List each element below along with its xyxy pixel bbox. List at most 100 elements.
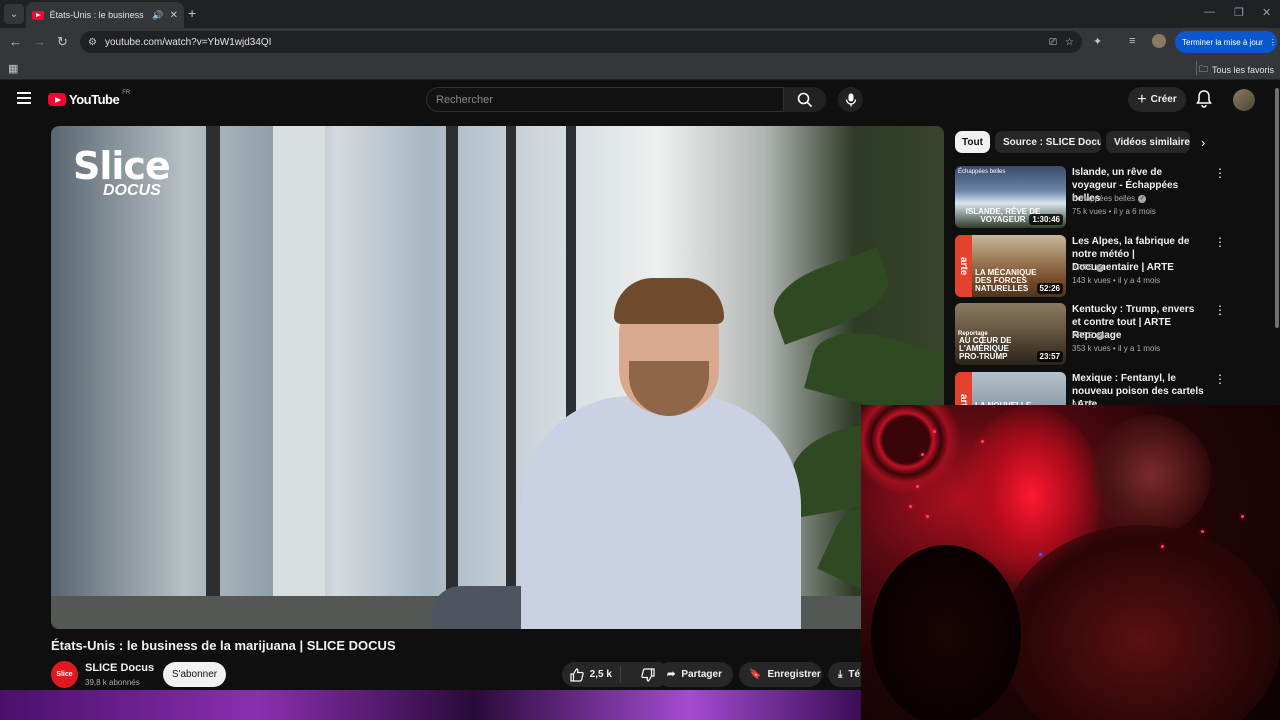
window-frame-bar [506,126,516,629]
all-bookmarks-folder[interactable]: 🗀 Tous les favoris [1199,62,1274,78]
rec-meta: 143 k vues • il y a 4 mois [1072,276,1161,285]
recommendation-item[interactable]: Reportage AU CŒUR DE L'AMÉRIQUE PRO-TRUM… [955,303,1275,367]
back-arrow-icon[interactable]: ← [9,34,22,49]
browser-tab-bar: ⌄ États-Unis : le business de la marijua… [0,0,1280,28]
chip-source[interactable]: Source : SLICE Docus [995,131,1101,153]
video-thumbnail[interactable]: Reportage AU CŒUR DE L'AMÉRIQUE PRO-TRUM… [955,303,1066,365]
video-thumbnail[interactable]: arte LA MÉCANIQUE DES FORCES NATURELLES … [955,235,1066,297]
finish-update-button[interactable]: Terminer la mise à jour ⋮ [1175,31,1277,53]
search-button[interactable] [784,87,826,112]
install-app-icon[interactable]: ⎚ [1049,37,1057,48]
rec-channel-row: ARTE ✓ [1072,263,1105,272]
maximize-icon[interactable]: ❐ [1234,6,1244,19]
arte-corner-logo: arte [955,235,972,297]
person-hair [614,278,724,324]
window-frame-bar [206,126,220,629]
reload-icon[interactable]: ↻ [57,34,68,50]
page-scrollbar[interactable] [1275,88,1279,328]
finish-update-label: Terminer la mise à jour [1182,37,1263,47]
more-options-icon[interactable]: ⋮ [1214,303,1226,317]
recommendation-item[interactable]: Échappées belles ISLANDE, RÊVE DE VOYAGE… [955,166,1275,230]
rec-channel[interactable]: ARTE [1072,331,1093,340]
download-label: Té [848,669,861,680]
verified-check-icon: ✓ [1138,194,1147,203]
browser-tab-active[interactable]: États-Unis : le business de la marijuana… [26,2,184,28]
tab-title: États-Unis : le business de la marijuana [49,10,147,20]
user-avatar[interactable] [1233,89,1255,111]
apps-grid-icon[interactable]: ▦ [8,62,18,75]
tab-search-button[interactable]: ⌄ [4,4,24,24]
forward-arrow-icon[interactable]: → [33,34,46,49]
menu-hamburger-icon[interactable] [17,92,31,104]
dark-foreground [871,545,1021,720]
fairy-light [921,453,924,456]
browser-profile-avatar[interactable] [1152,34,1166,48]
fairy-light [1161,545,1164,548]
notifications-bell-icon[interactable] [1196,90,1212,113]
video-duration: 23:57 [1036,351,1063,362]
extensions-icon[interactable]: ✦ [1093,35,1102,48]
thumbs-up-icon [570,667,584,682]
fairy-light [1241,515,1244,518]
bookmarks-bar: ▦ 🗀 Tous les favoris [0,56,1280,80]
address-bar[interactable]: ⚙ youtube.com/watch?v=YbW1wjd34QI ⎚ ☆ [80,31,1082,53]
more-options-icon[interactable]: ⋮ [1214,372,1226,386]
more-options-icon[interactable]: ⋮ [1214,235,1226,249]
rec-channel[interactable]: ARTE [1072,263,1093,272]
browser-menu-icon[interactable]: ⋮ [1269,38,1277,47]
channel-avatar[interactable]: Slice [51,661,78,688]
youtube-logo-text: YouTube [69,92,120,107]
audio-playing-icon[interactable]: 🔊 [152,10,163,21]
fairy-light [909,505,912,508]
rec-channel-row: ARTE ✓ [1072,331,1105,340]
more-options-icon[interactable]: ⋮ [1214,166,1226,180]
voice-search-button[interactable] [838,87,863,112]
minimize-icon[interactable]: — [1204,6,1215,18]
rec-channel-row: Echappées belles ✓ [1072,194,1147,203]
thumb-overlay-text: AU CŒUR DE L'AMÉRIQUE PRO-TRUMP [959,336,1012,361]
site-info-icon[interactable]: ⚙ [88,37,97,48]
chip-all[interactable]: Tout [955,131,990,153]
blue-light [1039,553,1042,556]
fairy-light [926,515,929,518]
video-title: États-Unis : le business de la marijuana… [51,638,396,653]
download-button[interactable]: ⤓ Té [828,662,861,687]
bookmark-star-icon[interactable]: ☆ [1065,37,1074,48]
bottom-overlay-strip [0,690,861,720]
country-code: FR [122,89,131,96]
thumbs-down-icon [641,667,655,682]
youtube-header: YouTube FR Rechercher + Créer [0,80,1280,120]
url-text[interactable]: youtube.com/watch?v=YbW1wjd34QI [105,37,271,48]
share-button[interactable]: ➦ Partager [657,662,733,687]
all-bookmarks-label: Tous les favoris [1211,65,1274,75]
thumb-corner-text: Échappées belles [958,169,1006,175]
close-window-icon[interactable]: ✕ [1262,6,1271,19]
chevron-right-icon[interactable]: › [1201,135,1205,150]
recommendation-item[interactable]: arte LA MÉCANIQUE DES FORCES NATURELLES … [955,235,1275,299]
close-tab-icon[interactable]: ✕ [170,10,178,21]
channel-name[interactable]: SLICE Docus [85,662,154,674]
rec-channel[interactable]: Echappées belles [1072,194,1135,203]
like-button[interactable]: 2,5 k [562,666,621,683]
fairy-light [933,430,936,433]
window-frame-bar [446,126,458,629]
rec-meta: 75 k vues • il y a 6 mois [1072,207,1156,216]
save-bookmark-icon: 🔖 [749,669,762,680]
video-thumbnail[interactable]: Échappées belles ISLANDE, RÊVE DE VOYAGE… [955,166,1066,228]
create-button[interactable]: + Créer [1128,87,1186,112]
subscribe-button[interactable]: S'abonner [163,662,226,687]
media-controls-icon[interactable]: ≡ [1129,35,1135,47]
video-player[interactable]: Slice DOCUS [51,126,944,629]
save-button[interactable]: 🔖 Enregistrer [739,662,822,687]
share-arrow-icon: ➦ [667,669,676,680]
new-tab-button[interactable]: + [188,5,196,21]
person-head-silhouette [1091,415,1211,535]
microphone-icon [845,93,856,106]
youtube-logo[interactable]: YouTube FR [48,89,131,107]
watermark-sub: DOCUS [103,182,161,199]
search-input[interactable]: Rechercher [426,87,784,112]
rec-meta: 353 k vues • il y a 1 mois [1072,344,1161,353]
chip-similar[interactable]: Vidéos similaires [1106,131,1190,153]
like-count: 2,5 k [589,669,612,680]
fairy-light [916,485,919,488]
